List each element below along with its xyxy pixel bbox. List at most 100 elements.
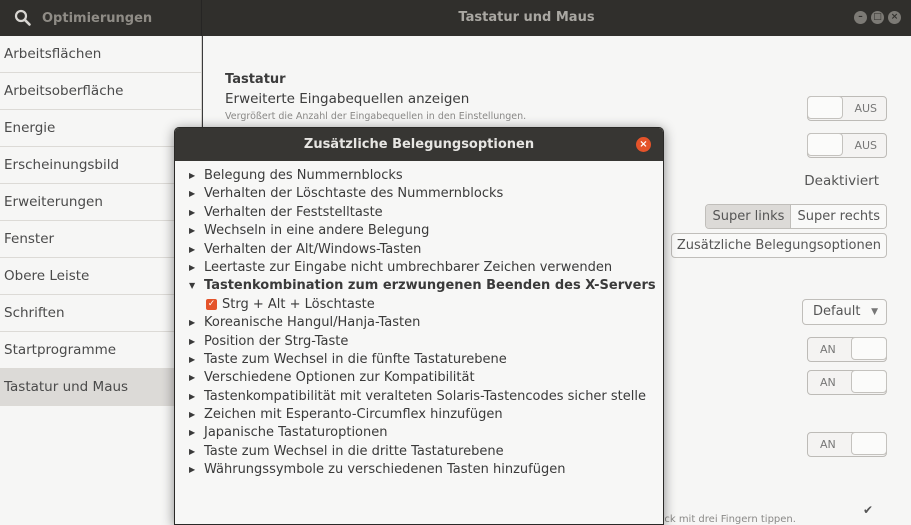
sidebar-item-tastatur-und-maus[interactable]: Tastatur und Maus [0, 369, 201, 406]
expander-right-icon[interactable]: ▶ [189, 351, 195, 369]
switch-knob [807, 133, 843, 156]
tree-item-label: Verhalten der Alt/Windows-Tasten [204, 241, 422, 257]
super-right-option[interactable]: Super rechts [791, 205, 886, 228]
tree-item-label: Japanische Tastaturoptionen [204, 425, 388, 441]
setting-description: Vergrößert die Anzahl der Eingabequellen… [225, 111, 527, 122]
tree-item[interactable]: ▶ Taste zum Wechsel in die fünfte Tastatu… [189, 351, 663, 369]
switch-knob [851, 432, 887, 455]
tree-item[interactable]: ▶ Verhalten der Löschtaste des Nummernblo… [189, 185, 663, 203]
tree-item[interactable]: ▶ Zeichen mit Esperanto-Circumflex hinzuf… [189, 406, 663, 424]
tree-item-label: Belegung des Nummernblocks [204, 168, 403, 183]
window-title: Tastatur und Maus [458, 10, 595, 25]
sidebar-header: Optimierungen [0, 0, 202, 36]
tree-item-label: Zeichen mit Esperanto-Circumflex hinzufü… [204, 407, 503, 423]
close-icon[interactable]: × [636, 137, 651, 152]
expander-right-icon[interactable]: ▶ [189, 204, 195, 222]
sidebar-item-fenster[interactable]: Fenster [0, 221, 201, 258]
search-icon[interactable] [14, 9, 32, 27]
check-icon[interactable]: ✔ [863, 503, 873, 517]
toggle-switch-2[interactable]: AUS [807, 133, 887, 158]
expander-right-icon[interactable]: ▶ [189, 424, 195, 442]
toggle-switch-5[interactable]: AN [807, 432, 887, 457]
super-key-selector[interactable]: Super links Super rechts [705, 204, 887, 229]
tree-item[interactable]: ▶ Verhalten der Alt/Windows-Tasten [189, 241, 663, 259]
tree-item[interactable]: ▶ Wechseln in eine andere Belegung [189, 222, 663, 240]
default-dropdown[interactable]: Default ▼ [802, 299, 887, 325]
sidebar-item-startprogramme[interactable]: Startprogramme [0, 332, 201, 369]
switch-knob [851, 370, 887, 393]
tree-item[interactable]: ▶ Verhalten der Feststelltaste [189, 204, 663, 222]
sidebar-item-obere-leiste[interactable]: Obere Leiste [0, 258, 201, 295]
switch-state-label: AN [820, 343, 836, 356]
switch-state-label: AUS [854, 102, 877, 115]
dialog-title: Zusätzliche Belegungsoptionen [303, 137, 535, 152]
tree-item-label: Tastenkombination zum erzwungenen Beende… [204, 278, 656, 294]
tree-item[interactable]: ▶ Belegung des Nummernblocks [189, 167, 663, 185]
sidebar-item-erscheinungsbild[interactable]: Erscheinungsbild [0, 147, 201, 184]
expander-right-icon[interactable]: ▶ [189, 314, 195, 332]
tree-item-label: Verhalten der Feststelltaste [204, 204, 383, 220]
tree-item[interactable]: ▶ Leertaste zur Eingabe nicht umbrechbare… [189, 259, 663, 277]
toggle-switch-4[interactable]: AN [807, 370, 887, 395]
switch-knob [807, 96, 843, 119]
tree-item-label: Koreanische Hangul/Hanja-Tasten [204, 315, 421, 331]
switch-knob [851, 337, 887, 360]
toggle-switch-3[interactable]: AN [807, 337, 887, 362]
tree-item[interactable]: ▶ Position der Strg-Taste [189, 333, 663, 351]
tree-item-label: Taste zum Wechsel in die fünfte Tastatur… [204, 351, 507, 367]
extra-layout-options-dialog: Zusätzliche Belegungsoptionen × ▶ Belegun… [174, 127, 664, 525]
expander-right-icon[interactable]: ▶ [189, 259, 195, 277]
expander-right-icon[interactable]: ▶ [189, 222, 195, 240]
tree-item[interactable]: ▶ Verschiedene Optionen zur Kompatibilitä… [189, 369, 663, 387]
app-title: Optimierungen [42, 10, 153, 26]
status-value-deactivated[interactable]: Deaktiviert [804, 173, 879, 189]
expander-right-icon[interactable]: ▶ [189, 369, 195, 387]
checkbox-checked-icon[interactable]: ✓ [206, 299, 217, 311]
dropdown-value: Default [813, 304, 861, 319]
setting-label-extended-sources: Erweiterte Eingabequellen anzeigen [225, 91, 470, 107]
super-left-option[interactable]: Super links [706, 205, 792, 228]
tree-item-label: Wechseln in eine andere Belegung [204, 223, 430, 239]
maximize-icon[interactable]: □ [871, 11, 884, 24]
tree-item-expanded[interactable]: ▼ Tastenkombination zum erzwungenen Beend… [189, 277, 663, 295]
expander-right-icon[interactable]: ▶ [189, 388, 195, 406]
tree-item-label: Leertaste zur Eingabe nicht umbrechbarer… [204, 259, 613, 275]
tree-item-label: Tastenkompatibilität mit veralteten Sola… [204, 388, 646, 404]
expander-right-icon[interactable]: ▶ [189, 185, 195, 203]
setting-description-bottom: klick mit drei Fingern tippen. [653, 514, 796, 525]
expander-right-icon[interactable]: ▶ [189, 167, 195, 185]
tree-item[interactable]: ▶ Japanische Tastaturoptionen [189, 424, 663, 442]
sidebar-item-arbeitsflaechen[interactable]: Arbeitsflächen [0, 36, 201, 73]
toggle-switch-extended-sources[interactable]: AUS [807, 96, 887, 121]
window-controls: – □ × [854, 11, 901, 24]
extra-layout-options-button[interactable]: Zusätzliche Belegungsoptionen [670, 233, 887, 258]
tree-subitem[interactable]: ✓ Strg + Alt + Löschtaste [189, 296, 663, 314]
sidebar: Arbeitsflächen Arbeitsoberfläche Energie… [0, 36, 202, 525]
expander-right-icon[interactable]: ▶ [189, 406, 195, 424]
expander-right-icon[interactable]: ▶ [189, 461, 195, 479]
tree-item-label: Verschiedene Optionen zur Kompatibilität [204, 370, 475, 386]
tree-item-label: Währungssymbole zu verschiedenen Tasten … [204, 462, 566, 478]
switch-state-label: AN [820, 438, 836, 451]
sidebar-item-energie[interactable]: Energie [0, 110, 201, 147]
tree-item[interactable]: ▶ Währungssymbole zu verschiedenen Tasten… [189, 461, 663, 479]
options-tree: ▶ Belegung des Nummernblocks ▶ Verhalten d… [175, 161, 663, 480]
switch-state-label: AUS [854, 139, 877, 152]
expander-right-icon[interactable]: ▶ [189, 241, 195, 259]
sidebar-item-erweiterungen[interactable]: Erweiterungen [0, 184, 201, 221]
expander-right-icon[interactable]: ▶ [189, 333, 195, 351]
sidebar-item-schriften[interactable]: Schriften [0, 295, 201, 332]
sidebar-item-arbeitsoberflaeche[interactable]: Arbeitsoberfläche [0, 73, 201, 110]
tree-item-label: Taste zum Wechsel in die dritte Tastatur… [204, 443, 504, 459]
expander-down-icon[interactable]: ▼ [189, 277, 195, 295]
tree-item[interactable]: ▶ Koreanische Hangul/Hanja-Tasten [189, 314, 663, 332]
expander-right-icon[interactable]: ▶ [189, 443, 195, 461]
tree-item[interactable]: ▶ Taste zum Wechsel in die dritte Tastatu… [189, 443, 663, 461]
dialog-titlebar: Zusätzliche Belegungsoptionen × [175, 128, 663, 161]
tree-item[interactable]: ▶ Tastenkompatibilität mit veralteten Sol… [189, 388, 663, 406]
minimize-icon[interactable]: – [854, 11, 867, 24]
tree-item-label: Position der Strg-Taste [204, 333, 349, 349]
switch-state-label: AN [820, 376, 836, 389]
header-bar: Optimierungen Tastatur und Maus – □ × [0, 0, 911, 36]
close-icon[interactable]: × [888, 11, 901, 24]
